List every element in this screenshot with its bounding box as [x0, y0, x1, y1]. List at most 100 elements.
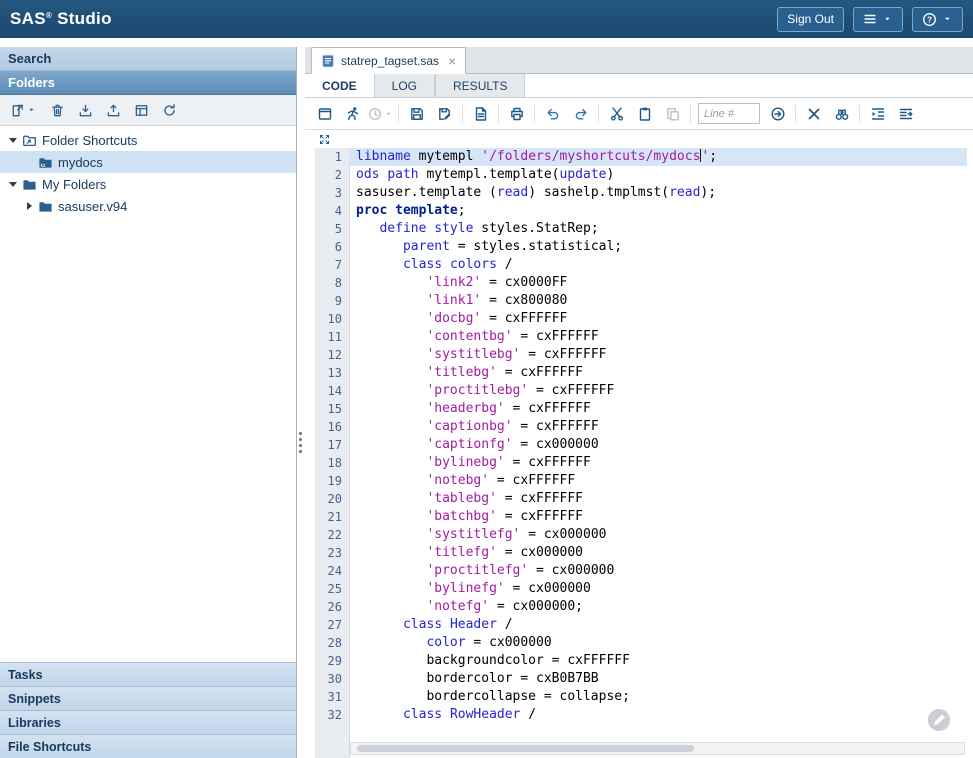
sidebar-section-snippets[interactable]: Snippets: [0, 686, 296, 710]
close-icon[interactable]: ×: [448, 54, 456, 68]
folders-pane-header[interactable]: Folders: [0, 71, 296, 95]
code-text: define style styles.StatRep;: [349, 220, 967, 238]
code-line[interactable]: 4proc template;: [315, 202, 967, 220]
code-line[interactable]: 23 'titlefg' = cx000000: [315, 544, 967, 562]
save-as-button[interactable]: [434, 103, 455, 124]
panel-splitter[interactable]: [297, 47, 305, 758]
upload-button[interactable]: [106, 103, 121, 118]
code-line[interactable]: 17 'captionfg' = cx000000: [315, 436, 967, 454]
code-line[interactable]: 12 'systitlebg' = cxFFFFFF: [315, 346, 967, 364]
save-button[interactable]: [406, 103, 427, 124]
line-number: 15: [315, 400, 349, 418]
code-line[interactable]: 11 'contentbg' = cxFFFFFF: [315, 328, 967, 346]
code-line[interactable]: 16 'captionbg' = cxFFFFFF: [315, 418, 967, 436]
code-line[interactable]: 26 'notefg' = cx000000;: [315, 598, 967, 616]
app-logo: SAS® Studio: [10, 9, 112, 29]
code-line[interactable]: 8 'link2' = cx0000FF: [315, 274, 967, 292]
redo-button[interactable]: [570, 103, 591, 124]
sas-program-icon: [321, 54, 335, 68]
chevron-down-icon: [883, 14, 893, 24]
tree-caret-icon[interactable]: [6, 182, 20, 187]
clear-code-button[interactable]: [803, 103, 824, 124]
line-number: 7: [315, 256, 349, 274]
new-item-button[interactable]: [10, 103, 37, 118]
code-line[interactable]: 31 bordercollapse = collapse;: [315, 688, 967, 706]
sidebar-section-libraries[interactable]: Libraries: [0, 710, 296, 734]
code-line[interactable]: 6 parent = styles.statistical;: [315, 238, 967, 256]
line-number: 2: [315, 166, 349, 184]
sidebar-section-tasks[interactable]: Tasks: [0, 662, 296, 686]
tab-log[interactable]: LOG: [374, 74, 435, 97]
horizontal-scrollbar[interactable]: [350, 742, 965, 755]
scrollbar-thumb[interactable]: [357, 745, 694, 752]
folder-icon: [38, 199, 53, 214]
line-number: 27: [315, 616, 349, 634]
line-number-input[interactable]: [698, 103, 760, 124]
delete-button[interactable]: [50, 103, 65, 118]
code-line[interactable]: 24 'proctitlefg' = cx000000: [315, 562, 967, 580]
download-button[interactable]: [78, 103, 93, 118]
line-number: 22: [315, 526, 349, 544]
code-line[interactable]: 3sasuser.template (read) sashelp.tmplmst…: [315, 184, 967, 202]
maximize-view-button[interactable]: [314, 129, 335, 150]
code-line[interactable]: 9 'link1' = cx800080: [315, 292, 967, 310]
program-summary-button[interactable]: [470, 103, 491, 124]
find-replace-button[interactable]: [831, 103, 852, 124]
document-tab[interactable]: statrep_tagset.sas ×: [311, 47, 466, 74]
line-number: 16: [315, 418, 349, 436]
code-line[interactable]: 7 class colors /: [315, 256, 967, 274]
paste-button[interactable]: [634, 103, 655, 124]
open-in-new-window-button[interactable]: [314, 103, 335, 124]
code-line[interactable]: 15 'headerbg' = cxFFFFFF: [315, 400, 967, 418]
code-line[interactable]: 5 define style styles.StatRep;: [315, 220, 967, 238]
cut-button[interactable]: [606, 103, 627, 124]
code-line[interactable]: 32 class RowHeader /: [315, 706, 967, 724]
indent-code-button[interactable]: [867, 103, 888, 124]
code-line[interactable]: 25 'bylinefg' = cx000000: [315, 580, 967, 598]
tree-item-my-folders[interactable]: My Folders: [0, 173, 296, 195]
code-line[interactable]: 30 bordercolor = cxB0B7BB: [315, 670, 967, 688]
run-button[interactable]: [342, 103, 363, 124]
code-line[interactable]: 20 'tablebg' = cxFFFFFF: [315, 490, 967, 508]
tab-code[interactable]: CODE: [305, 74, 374, 97]
code-line[interactable]: 2ods path mytempl.template(update): [315, 166, 967, 184]
format-code-button[interactable]: [895, 103, 916, 124]
code-line[interactable]: 19 'notebg' = cxFFFFFF: [315, 472, 967, 490]
refresh-button[interactable]: [162, 103, 177, 118]
code-line[interactable]: 27 class Header /: [315, 616, 967, 634]
code-line[interactable]: 22 'systitlefg' = cx000000: [315, 526, 967, 544]
code-line[interactable]: 1libname mytempl '/folders/myshortcuts/m…: [315, 148, 967, 166]
code-text: bordercolor = cxB0B7BB: [349, 670, 967, 688]
tree-item-mydocs[interactable]: mydocs: [0, 151, 296, 173]
sidebar-section-file-shortcuts[interactable]: File Shortcuts: [0, 734, 296, 758]
properties-button[interactable]: [134, 103, 149, 118]
tree-caret-icon[interactable]: [6, 138, 20, 143]
code-line[interactable]: 21 'batchbg' = cxFFFFFF: [315, 508, 967, 526]
expand-icon: [318, 133, 331, 146]
tree-item-folder-shortcuts[interactable]: Folder Shortcuts: [0, 129, 296, 151]
document-tab-bar: statrep_tagset.sas ×: [305, 47, 973, 74]
code-line[interactable]: 14 'proctitlebg' = cxFFFFFF: [315, 382, 967, 400]
document-tab-label: statrep_tagset.sas: [341, 54, 439, 68]
sign-out-button[interactable]: Sign Out: [777, 7, 844, 32]
code-line[interactable]: 18 'bylinebg' = cxFFFFFF: [315, 454, 967, 472]
tab-results[interactable]: RESULTS: [435, 74, 525, 97]
search-pane-header[interactable]: Search: [0, 47, 296, 71]
code-editor[interactable]: 1libname mytempl '/folders/myshortcuts/m…: [315, 148, 967, 758]
line-number: 10: [315, 310, 349, 328]
tree-caret-icon[interactable]: [22, 202, 36, 210]
go-to-line-button[interactable]: [767, 103, 788, 124]
chevron-down-icon: [27, 105, 37, 115]
application-menu-button[interactable]: [853, 7, 903, 32]
code-line[interactable]: 13 'titlebg' = cxFFFFFF: [315, 364, 967, 382]
code-line[interactable]: 10 'docbg' = cxFFFFFF: [315, 310, 967, 328]
help-menu-button[interactable]: ?: [912, 7, 963, 32]
print-button[interactable]: [506, 103, 527, 124]
tree-item-sasuser-v94[interactable]: sasuser.v94: [0, 195, 296, 217]
undo-button[interactable]: [542, 103, 563, 124]
code-line[interactable]: 28 color = cx000000: [315, 634, 967, 652]
line-number: 12: [315, 346, 349, 364]
folder-tree: Folder ShortcutsmydocsMy Folderssasuser.…: [0, 126, 296, 662]
code-line[interactable]: 29 backgroundcolor = cxFFFFFF: [315, 652, 967, 670]
new-item-icon: [10, 103, 25, 118]
